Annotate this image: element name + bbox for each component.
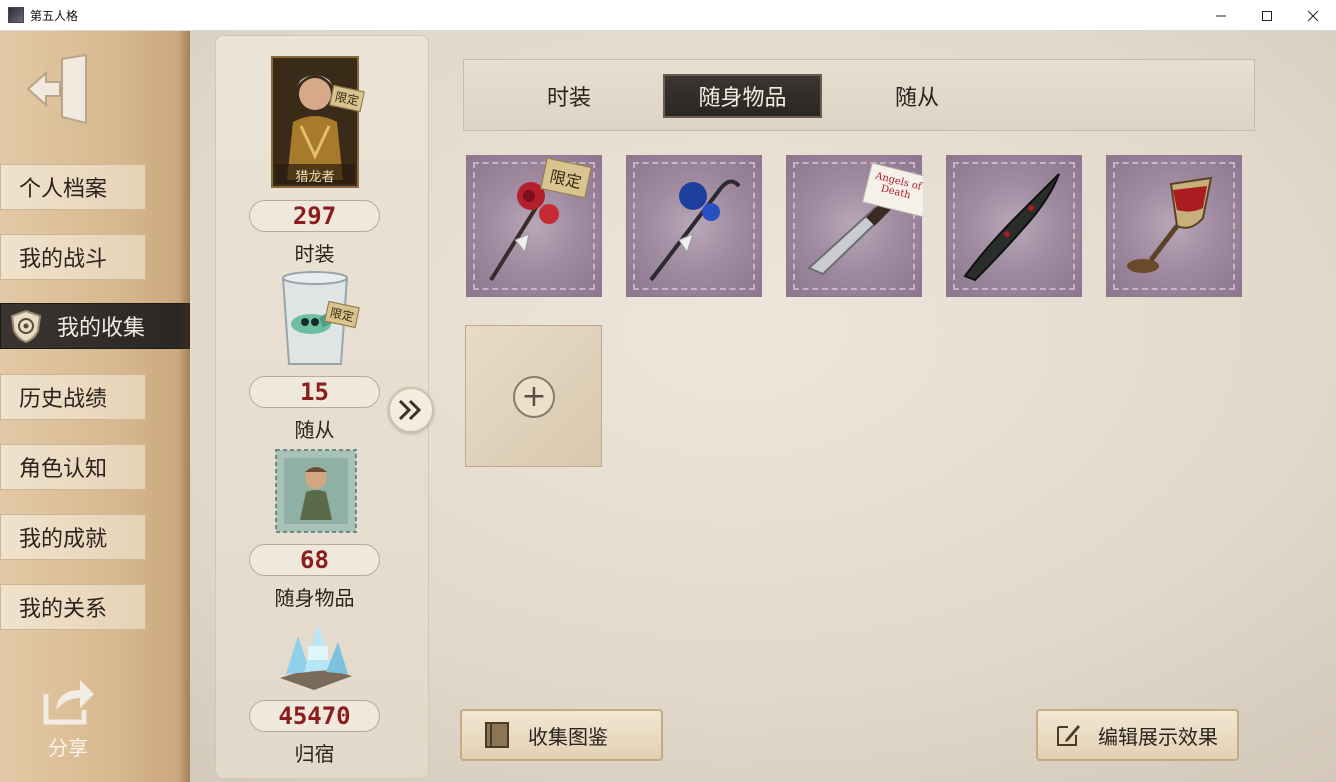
goblet-icon (1127, 176, 1213, 273)
maximize-button[interactable] (1244, 0, 1290, 31)
minimize-icon (1216, 15, 1226, 16)
edit-display-button[interactable]: 编辑展示效果 (1036, 709, 1239, 761)
costume-count: 297 (249, 200, 380, 232)
share-button[interactable]: 分享 (36, 676, 100, 761)
window-titlebar: 第五人格 (0, 0, 1336, 31)
book-icon (485, 722, 509, 748)
nav-item-character[interactable]: 角色认知 (0, 444, 146, 490)
tab-label: 随身物品 (698, 86, 787, 111)
edit-icon (1057, 725, 1080, 746)
share-icon (43, 680, 94, 725)
costume-name: 猎龙者 (295, 170, 335, 185)
nav-label: 我的成就 (19, 527, 108, 552)
nav-label: 我的关系 (19, 597, 108, 622)
blue-rose-cane-icon (649, 179, 741, 282)
home-count: 45470 (249, 700, 380, 732)
share-label: 分享 (48, 736, 88, 760)
nav-label: 角色认知 (19, 457, 108, 482)
item-card-blue-rose[interactable] (626, 155, 762, 297)
accessory-count: 68 (249, 544, 380, 576)
accessory-label: 随身物品 (274, 586, 355, 610)
tab-label: 时装 (546, 86, 591, 111)
edit-display-label: 编辑展示效果 (1098, 724, 1218, 749)
item-card-red-rose[interactable]: 限定 (466, 155, 602, 297)
nav-item-battles[interactable]: 我的战斗 (0, 234, 146, 280)
pet-count: 15 (249, 376, 380, 408)
category-tabs: 时装 随身物品 随从 (463, 59, 1255, 131)
nav-label: 我的战斗 (19, 247, 108, 272)
home-crystal-icon[interactable] (274, 616, 358, 696)
app-icon (8, 7, 24, 23)
costume-label: 时装 (294, 242, 335, 266)
window-controls (1198, 0, 1336, 31)
accessory-stamp-icon[interactable] (274, 448, 358, 534)
pet-label: 随从 (294, 418, 335, 442)
home-label: 归宿 (294, 742, 335, 766)
game-screen: 个人档案 我的战斗 我的收集 历史战绩 角色认知 我的成就 我的关系 分享 限定… (0, 31, 1336, 782)
close-button[interactable] (1290, 0, 1336, 31)
nav-label: 个人档案 (19, 177, 108, 202)
nav-item-collection[interactable]: 我的收集 (0, 303, 190, 349)
collection-book-button[interactable]: 收集图鉴 (460, 709, 663, 761)
nav-label: 历史战绩 (19, 387, 108, 412)
nav-label: 我的收集 (57, 316, 146, 341)
nav-item-history[interactable]: 历史战绩 (0, 374, 146, 420)
minimize-button[interactable] (1198, 0, 1244, 31)
tab-label: 随从 (894, 86, 939, 111)
nav-item-achievements[interactable]: 我的成就 (0, 514, 146, 560)
expand-button[interactable] (388, 387, 434, 433)
tab-costume[interactable]: 时装 (504, 74, 634, 118)
tab-accessory[interactable]: 随身物品 (663, 74, 822, 118)
item-card-thorn-blade[interactable] (946, 155, 1082, 297)
thorn-blade-icon (963, 173, 1060, 282)
exit-door-icon[interactable] (24, 53, 94, 125)
collection-book-label: 收集图鉴 (528, 724, 608, 749)
add-icon: + (513, 376, 555, 418)
item-card-knife[interactable]: Angels of Death (786, 155, 923, 297)
double-chevron-right-icon (398, 399, 422, 421)
close-icon (1307, 10, 1319, 21)
shield-icon (10, 309, 42, 343)
add-item-slot[interactable]: + (465, 325, 602, 467)
window-title: 第五人格 (30, 8, 79, 23)
tab-pet[interactable]: 随从 (852, 74, 982, 118)
nav-item-relations[interactable]: 我的关系 (0, 584, 146, 630)
nav-item-profile[interactable]: 个人档案 (0, 164, 146, 210)
left-nav: 个人档案 我的战斗 我的收集 历史战绩 角色认知 我的成就 我的关系 分享 (0, 31, 190, 782)
maximize-icon (1262, 10, 1272, 21)
item-card-goblet[interactable] (1106, 155, 1242, 297)
